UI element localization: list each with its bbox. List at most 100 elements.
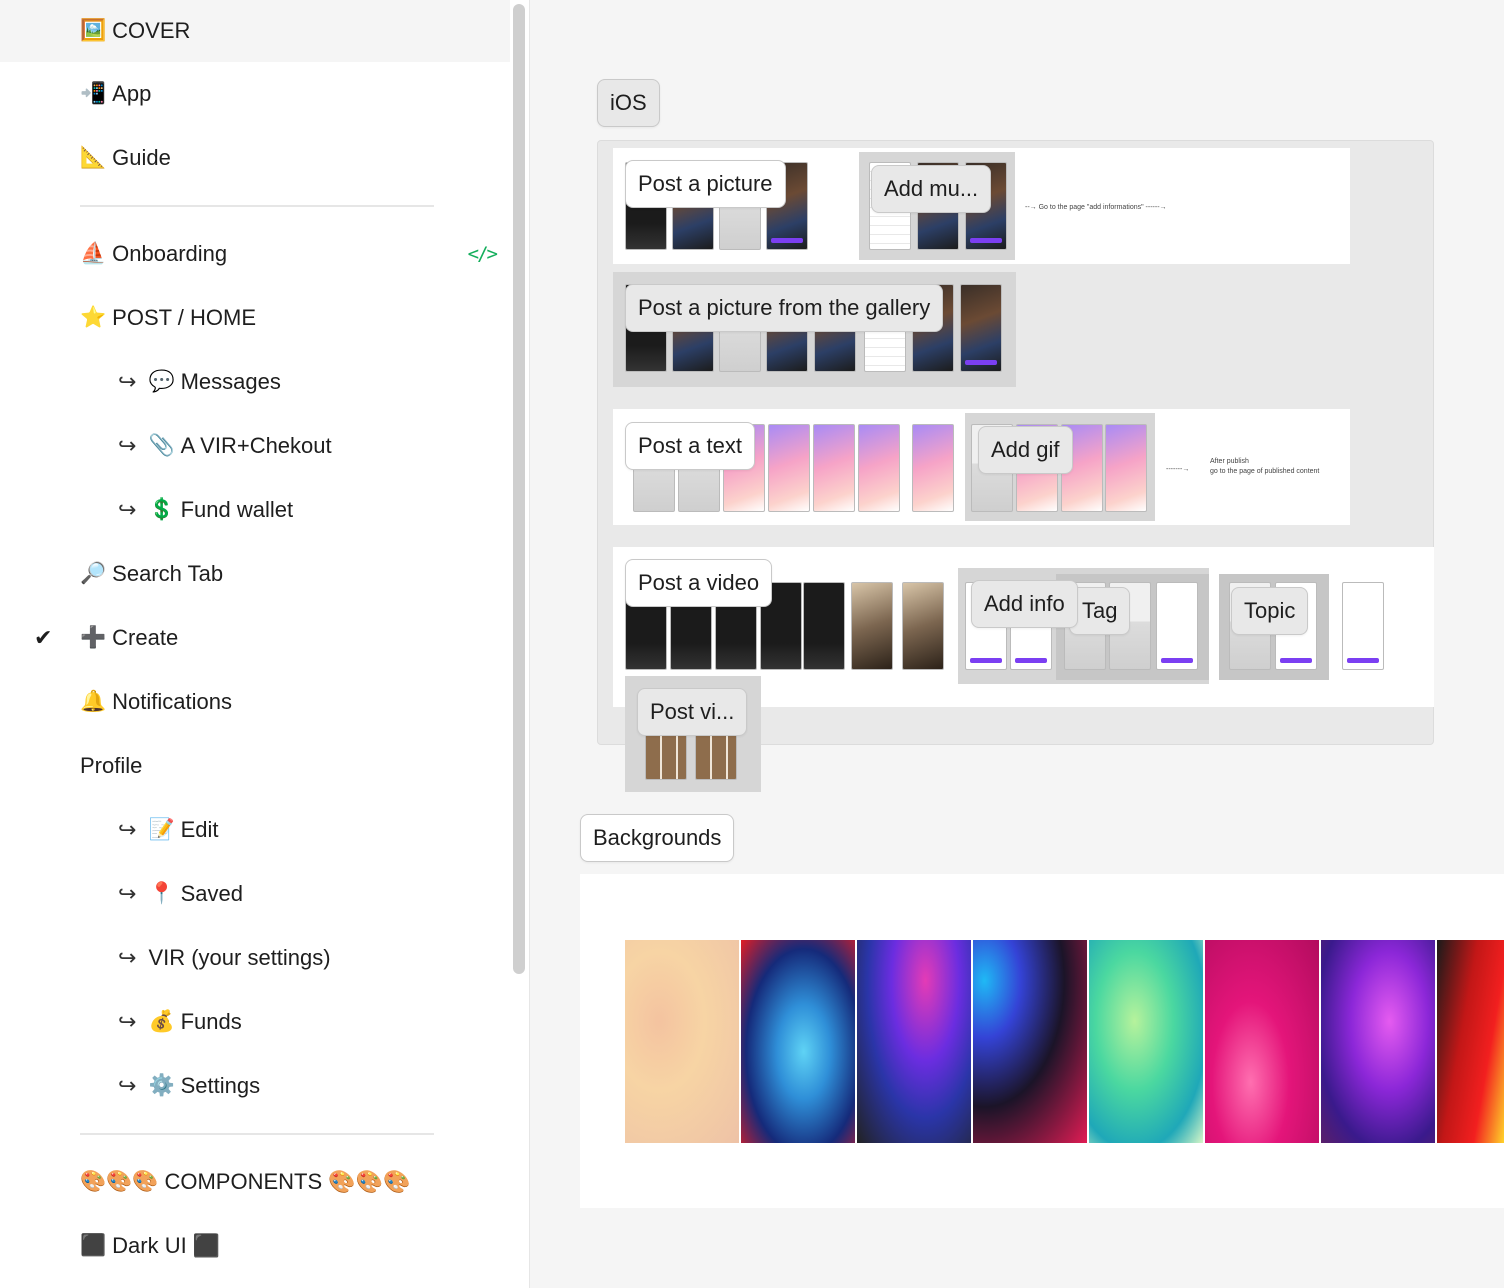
- page-item-saved[interactable]: ↪ 📍 Saved: [0, 863, 510, 925]
- page-item-settings[interactable]: ↪ ⚙️ Settings: [0, 1055, 510, 1117]
- page-item-vir-settings[interactable]: ↪ VIR (your settings): [0, 927, 510, 989]
- page-item-label: Messages: [180, 369, 281, 394]
- flow-label-post-gallery[interactable]: Post a picture from the gallery: [625, 284, 944, 332]
- palette-icon: 🎨🎨🎨: [80, 1170, 159, 1193]
- flow-label-post-video[interactable]: Post a video: [625, 559, 773, 607]
- pages-sidebar: 🖼️ COVER 📲 App 📐 Guide ⛵ Onboarding </> …: [0, 0, 530, 1288]
- page-item-label: VIR (your settings): [148, 945, 331, 970]
- page-item-dark-ui[interactable]: ⬛ Dark UI ⬛: [0, 1215, 510, 1277]
- background-swatch-neon-dark[interactable]: [973, 940, 1087, 1143]
- subpage-arrow-icon: ↪: [118, 1009, 137, 1034]
- subpage-arrow-icon: ↪: [118, 1073, 137, 1098]
- page-item-create[interactable]: ✔ ➕ Create: [0, 607, 510, 669]
- design-canvas[interactable]: iOS Post a picture Add mu... --→ Go to t…: [531, 0, 1504, 1288]
- screen-thumbnail: [813, 424, 855, 512]
- page-item-label: Onboarding: [112, 241, 228, 266]
- flow-note-after-publish: After publish: [1210, 458, 1249, 465]
- screen-thumbnail: [1105, 424, 1147, 512]
- page-item-funds[interactable]: ↪ 💰 Funds: [0, 991, 510, 1053]
- page-item-vir-checkout[interactable]: ↪ 📎 A VIR+Chekout: [0, 415, 510, 477]
- screen-thumbnail: [645, 734, 687, 780]
- page-item-label: Saved: [180, 881, 243, 906]
- page-item-search-tab[interactable]: 🔎 Search Tab: [0, 543, 510, 605]
- subpage-arrow-icon: ↪: [118, 817, 137, 842]
- page-item-label: A VIR+Chekout: [180, 433, 332, 458]
- page-item-label: Notifications: [112, 689, 232, 714]
- picture-icon: 🖼️: [80, 19, 107, 42]
- gear-icon: ⚙️: [148, 1074, 175, 1097]
- flow-label-add-gif[interactable]: Add gif: [978, 426, 1073, 474]
- star-icon: ⭐: [80, 306, 107, 329]
- flow-label-post-video-gallery[interactable]: Post vi...: [637, 688, 748, 736]
- page-item-label: App: [112, 81, 152, 106]
- background-swatch-peach[interactable]: [625, 940, 739, 1143]
- subpage-arrow-icon: ↪: [118, 881, 137, 906]
- screen-thumbnail: [960, 284, 1002, 372]
- phone-icon: 📲: [80, 82, 107, 105]
- flow-note-text: Go to the page "add informations": [1038, 204, 1144, 211]
- subpage-arrow-icon: ↪: [118, 369, 137, 394]
- dollar-icon: 💲: [148, 498, 175, 521]
- page-item-edit[interactable]: ↪ 📝 Edit: [0, 799, 510, 861]
- flow-label-add-info[interactable]: Add info: [971, 580, 1078, 628]
- background-swatch-indigo[interactable]: [857, 940, 971, 1143]
- subpage-arrow-icon: ↪: [118, 433, 137, 458]
- page-item-onboarding[interactable]: ⛵ Onboarding </>: [0, 223, 510, 285]
- screen-thumbnail: [768, 424, 810, 512]
- background-swatch-mint[interactable]: [1089, 940, 1203, 1143]
- flow-note-arrow: -------→: [1166, 466, 1190, 473]
- plus-icon: ➕: [80, 626, 107, 649]
- page-item-components[interactable]: 🎨🎨🎨 COMPONENTS 🎨🎨🎨: [0, 1151, 510, 1213]
- page-item-app[interactable]: 📲 App: [0, 63, 510, 125]
- subpage-arrow-icon: ↪: [118, 945, 137, 970]
- background-swatch-red-yellow[interactable]: [1437, 940, 1504, 1143]
- page-item-label: Edit: [180, 817, 219, 842]
- subpage-arrow-icon: ↪: [118, 497, 137, 522]
- screen-thumbnail: [851, 582, 893, 670]
- flow-label-add-music[interactable]: Add mu...: [871, 165, 992, 213]
- magnifier-icon: 🔎: [80, 562, 107, 585]
- sidebar-divider: [80, 205, 434, 207]
- screen-thumbnail: [1342, 582, 1384, 670]
- screen-thumbnail: [695, 734, 737, 780]
- page-item-label: Funds: [180, 1009, 242, 1034]
- boat-icon: ⛵: [80, 242, 107, 265]
- backgrounds-board[interactable]: [580, 874, 1504, 1208]
- ruler-icon: 📐: [80, 146, 107, 169]
- flow-note-published-content: go to the page of published content: [1210, 468, 1320, 475]
- page-item-profile[interactable]: Profile: [0, 735, 510, 797]
- page-item-cover[interactable]: 🖼️ COVER: [0, 0, 510, 62]
- page-item-label: COVER: [112, 18, 191, 43]
- page-item-label: Dark UI ⬛: [112, 1233, 221, 1258]
- page-item-label: Fund wallet: [180, 497, 294, 522]
- screen-thumbnail: [1156, 582, 1198, 670]
- page-item-label: POST / HOME: [112, 305, 256, 330]
- black-square-icon: ⬛: [80, 1234, 107, 1257]
- background-swatch-red-blue[interactable]: [741, 940, 855, 1143]
- screen-thumbnail: [803, 582, 845, 670]
- screen-thumbnail: [912, 424, 954, 512]
- page-item-guide[interactable]: 📐 Guide: [0, 127, 510, 189]
- flow-label-post-picture[interactable]: Post a picture: [625, 160, 786, 208]
- memo-icon: 📝: [148, 818, 175, 841]
- page-item-label: Guide: [112, 145, 171, 170]
- sidebar-scrollbar[interactable]: [513, 4, 525, 974]
- page-item-post-home[interactable]: ⭐ POST / HOME: [0, 287, 510, 349]
- section-label-backgrounds[interactable]: Backgrounds: [580, 814, 735, 862]
- checkmark-icon: ✔: [34, 625, 53, 650]
- page-item-fund-wallet[interactable]: ↪ 💲 Fund wallet: [0, 479, 510, 541]
- money-bag-icon: 💰: [148, 1010, 175, 1033]
- section-label-ios[interactable]: iOS: [597, 79, 660, 127]
- screen-thumbnail: [902, 582, 944, 670]
- background-swatch-violet[interactable]: [1321, 940, 1435, 1143]
- flow-label-tag[interactable]: Tag: [1069, 587, 1131, 635]
- background-swatch-magenta[interactable]: [1205, 940, 1319, 1143]
- page-item-label: Create: [112, 625, 179, 650]
- page-item-notifications[interactable]: 🔔 Notifications: [0, 671, 510, 733]
- pin-icon: 📍: [148, 882, 175, 905]
- page-item-messages[interactable]: ↪ 💬 Messages: [0, 351, 510, 413]
- flow-label-topic[interactable]: Topic: [1231, 587, 1309, 635]
- flow-label-post-text[interactable]: Post a text: [625, 422, 755, 470]
- code-icon[interactable]: </>: [468, 243, 498, 265]
- screen-thumbnail: [858, 424, 900, 512]
